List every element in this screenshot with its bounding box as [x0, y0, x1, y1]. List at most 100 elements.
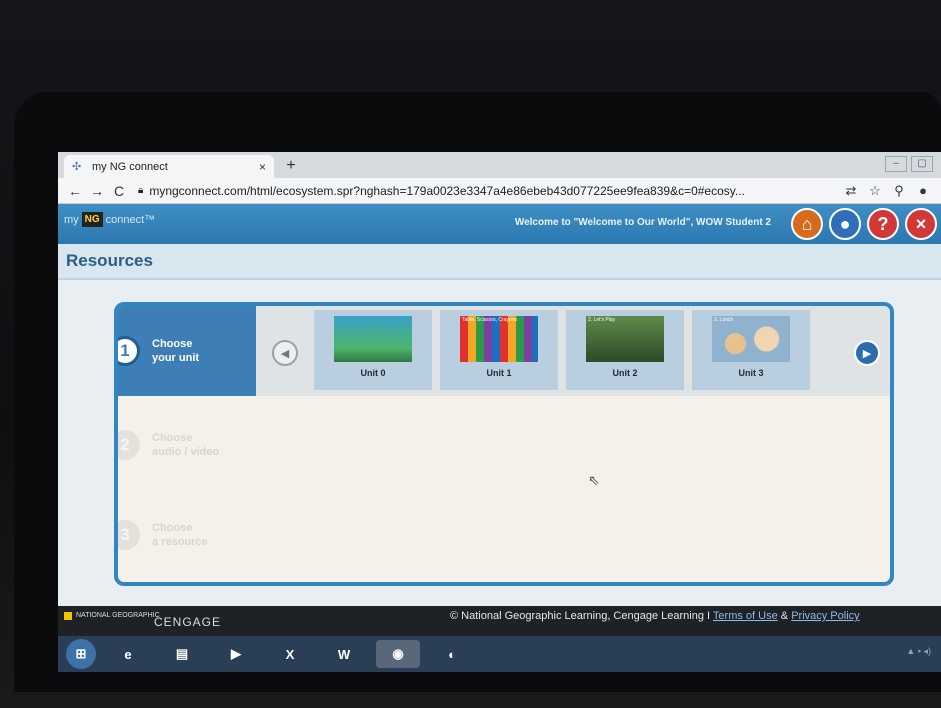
- taskbar-app[interactable]: ◐: [430, 640, 474, 668]
- carousel-next-button[interactable]: ▶: [854, 340, 880, 366]
- search-icon[interactable]: ⚲: [887, 183, 911, 199]
- tray-icons: ▲ ▪ ◂): [906, 646, 931, 656]
- unit-tile-0[interactable]: Unit 0: [314, 310, 432, 390]
- taskbar-chrome[interactable]: ◉: [376, 640, 420, 668]
- close-tab-icon[interactable]: ×: [259, 160, 266, 174]
- unit-tile-1[interactable]: Table, Scissors, Crayons Unit 1: [440, 310, 558, 390]
- app-icon: ◐: [448, 646, 456, 662]
- step-choose-unit[interactable]: 1 Choose your unit: [118, 306, 256, 396]
- folder-icon: ▤: [175, 646, 189, 661]
- media-player-icon: ▶: [231, 646, 241, 661]
- excel-icon: X: [285, 646, 295, 662]
- step-label-line1: Choose: [152, 522, 193, 534]
- reload-button[interactable]: C: [108, 183, 130, 199]
- step-choose-resource: 3 Choose a resource: [118, 490, 256, 580]
- close-icon: ×: [915, 213, 927, 234]
- thumbnail-caption: Table, Scissors, Crayons: [462, 317, 518, 323]
- step-label: Choose a resource: [152, 521, 208, 549]
- browser-tab-bar: ✣ my NG connect × + – ▢: [58, 152, 941, 178]
- step-label-line2: audio / video: [152, 446, 220, 458]
- home-button[interactable]: ⌂: [791, 208, 823, 240]
- profile-icon[interactable]: ●: [911, 183, 935, 198]
- cengage-logo: CENGAGE: [154, 615, 222, 629]
- unit-carousel: ◀ Unit 0 Table, Scissors, Crayons Unit 1…: [256, 306, 890, 396]
- laptop-screen: ✣ my NG connect × + – ▢ ← → C 🔒︎ myngcon…: [58, 152, 941, 672]
- tab-title: my NG connect: [92, 160, 168, 173]
- app-header: my NG connect™ Welcome to "Welcome to Ou…: [58, 204, 941, 244]
- system-tray: ▲ ▪ ◂): [906, 646, 931, 657]
- page-title: Resources: [66, 251, 153, 270]
- mouse-cursor-icon: ⇖: [588, 472, 600, 488]
- maximize-icon[interactable]: ▢: [911, 156, 933, 172]
- chevron-right-icon: ▶: [862, 347, 872, 360]
- taskbar-explorer[interactable]: ▤: [160, 640, 204, 668]
- translate-icon[interactable]: ⇄: [839, 183, 863, 199]
- windows-taskbar: ⊞ e ▤ ▶ X W ◉ ◐ ▲ ▪ ◂): [58, 636, 941, 672]
- step-number: 1: [118, 336, 140, 366]
- help-button[interactable]: ?: [867, 208, 899, 240]
- browser-tab[interactable]: ✣ my NG connect ×: [64, 155, 274, 178]
- window-controls: – ▢: [885, 156, 933, 172]
- thumbnail-caption: 3. Lunch: [714, 317, 734, 323]
- word-icon: W: [337, 646, 351, 662]
- home-icon: ⌂: [801, 213, 813, 234]
- copyright-label: © National Geographic Learning, Cengage …: [450, 610, 711, 622]
- lock-icon: 🔒︎: [138, 185, 144, 196]
- chevron-left-icon: ◀: [280, 347, 290, 360]
- taskbar-word[interactable]: W: [322, 640, 366, 668]
- chrome-icon: ◉: [392, 646, 404, 661]
- new-tab-button[interactable]: +: [280, 155, 302, 177]
- bookmark-star-icon[interactable]: ☆: [863, 183, 887, 199]
- unit-label: Unit 3: [738, 368, 764, 378]
- app-footer: NATIONAL GEOGRAPHIC CENGAGE © National G…: [58, 606, 941, 636]
- thumbnail-caption: 2. Let's Play: [588, 317, 616, 323]
- back-button[interactable]: ←: [64, 183, 86, 199]
- site-favicon-icon: ✣: [72, 160, 82, 173]
- logo-ng: NG: [81, 212, 103, 227]
- unit-tile-2[interactable]: 2. Let's Play Unit 2: [566, 310, 684, 390]
- logo-connect: connect™: [105, 213, 156, 226]
- step-rail: 1 Choose your unit 2 Choose audio / vide…: [118, 306, 256, 582]
- user-icon: ●: [839, 213, 851, 234]
- carousel-prev-button[interactable]: ◀: [272, 340, 298, 366]
- user-button[interactable]: ●: [829, 208, 861, 240]
- header-buttons: ⌂ ● ? ×: [791, 208, 937, 240]
- url-text: myngconnect.com/html/ecosystem.spr?nghas…: [149, 183, 745, 198]
- copyright-text: © National Geographic Learning, Cengage …: [450, 610, 860, 622]
- unit-thumbnail: Table, Scissors, Crayons: [460, 316, 538, 362]
- unit-label: Unit 2: [612, 368, 638, 378]
- exit-button[interactable]: ×: [905, 208, 937, 240]
- taskbar-media[interactable]: ▶: [214, 640, 258, 668]
- unit-thumbnail: 2. Let's Play: [586, 316, 664, 362]
- step-label-line2: your unit: [152, 352, 200, 364]
- step-label: Choose your unit: [152, 337, 199, 365]
- national-geographic-logo: NATIONAL GEOGRAPHIC: [64, 612, 160, 620]
- unit-label: Unit 1: [486, 368, 512, 378]
- page-title-bar: Resources: [58, 244, 941, 280]
- taskbar-ie[interactable]: e: [106, 640, 150, 668]
- start-button[interactable]: ⊞: [66, 639, 96, 669]
- unit-thumbnail: [334, 316, 412, 362]
- taskbar-excel[interactable]: X: [268, 640, 312, 668]
- ampersand: &: [780, 610, 789, 622]
- help-icon: ?: [877, 213, 889, 234]
- step-label: Choose audio / video: [152, 431, 219, 459]
- step-number: 2: [118, 430, 140, 460]
- step-label-line1: Choose: [152, 432, 193, 444]
- internet-explorer-icon: e: [124, 646, 132, 662]
- resource-chooser-panel: 1 Choose your unit 2 Choose audio / vide…: [114, 302, 894, 586]
- browser-toolbar: ← → C 🔒︎ myngconnect.com/html/ecosystem.…: [58, 178, 941, 204]
- step-choose-audio-video: 2 Choose audio / video: [118, 400, 256, 490]
- logo-my: my: [64, 213, 79, 226]
- address-bar[interactable]: 🔒︎ myngconnect.com/html/ecosystem.spr?ng…: [138, 181, 831, 201]
- privacy-policy-link[interactable]: Privacy Policy: [791, 610, 859, 622]
- myngconnect-logo: my NG connect™: [64, 212, 155, 227]
- terms-of-use-link[interactable]: Terms of Use: [713, 610, 778, 622]
- minimize-icon[interactable]: –: [885, 156, 907, 172]
- unit-label: Unit 0: [360, 368, 386, 378]
- step-number: 3: [118, 520, 140, 550]
- step-label-line1: Choose: [152, 338, 193, 350]
- unit-tile-3[interactable]: 3. Lunch Unit 3: [692, 310, 810, 390]
- windows-logo-icon: ⊞: [75, 646, 87, 661]
- forward-button[interactable]: →: [86, 183, 108, 199]
